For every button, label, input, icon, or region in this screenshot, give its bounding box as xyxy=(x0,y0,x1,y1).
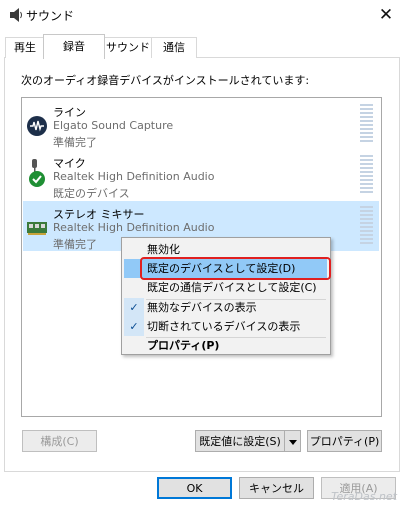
device-driver: Realtek High Definition Audio xyxy=(53,170,215,183)
menu-item-properties[interactable]: プロパティ(P) xyxy=(124,336,327,355)
device-item-microphone[interactable]: マイク Realtek High Definition Audio 既定のデバイ… xyxy=(23,150,379,200)
ok-button[interactable]: OK xyxy=(157,477,232,499)
device-driver: Realtek High Definition Audio xyxy=(53,221,215,234)
menu-item-set-default-communication-device[interactable]: 既定の通信デバイスとして設定(C) xyxy=(124,278,327,297)
microphone-icon xyxy=(26,158,48,187)
device-name: マイク xyxy=(53,157,86,170)
device-item-line[interactable]: ライン Elgato Sound Capture 準備完了 xyxy=(23,99,379,149)
elgato-icon xyxy=(26,115,48,137)
tab-playback[interactable]: 再生 xyxy=(5,37,45,58)
window-title: サウンド xyxy=(26,9,75,23)
device-name: ライン xyxy=(53,106,86,119)
watermark: TeraDas.net xyxy=(331,490,397,503)
context-menu: 無効化 既定のデバイスとして設定(D) 既定の通信デバイスとして設定(C) ✓ 無… xyxy=(121,237,331,355)
close-button[interactable]: ✕ xyxy=(372,2,400,28)
tab-communications[interactable]: 通信 xyxy=(151,37,197,58)
tab-recording[interactable]: 録音 xyxy=(43,34,105,59)
device-status: 準備完了 xyxy=(53,238,97,251)
set-default-dropdown-button[interactable] xyxy=(284,430,301,452)
device-driver: Elgato Sound Capture xyxy=(53,119,174,132)
level-meter xyxy=(360,206,373,250)
tab-sounds[interactable]: サウンド xyxy=(103,37,153,58)
title-bar: サウンド ✕ xyxy=(0,0,403,30)
annotation-highlight-ring xyxy=(140,257,331,280)
level-meter xyxy=(360,155,373,199)
check-icon: ✓ xyxy=(124,317,144,336)
cancel-button[interactable]: キャンセル xyxy=(239,477,314,499)
dropdown-arrow-icon xyxy=(288,439,297,445)
device-status: 準備完了 xyxy=(53,136,97,149)
speaker-icon xyxy=(9,8,23,22)
level-meter xyxy=(360,104,373,148)
check-icon: ✓ xyxy=(124,298,144,317)
device-name: ステレオ ミキサー xyxy=(53,208,145,221)
set-default-button[interactable]: 既定値に設定(S) xyxy=(195,430,285,452)
configure-button[interactable]: 構成(C) xyxy=(22,430,97,452)
sound-card-icon xyxy=(26,217,48,239)
device-status: 既定のデバイス xyxy=(53,187,130,200)
menu-item-show-disabled-devices[interactable]: ✓ 無効なデバイスの表示 xyxy=(124,298,327,317)
menu-item-show-disconnected-devices[interactable]: ✓ 切断されているデバイスの表示 xyxy=(124,317,327,336)
properties-button[interactable]: プロパティ(P) xyxy=(307,430,382,452)
instruction-text: 次のオーディオ録音デバイスがインストールされています: xyxy=(21,74,310,87)
